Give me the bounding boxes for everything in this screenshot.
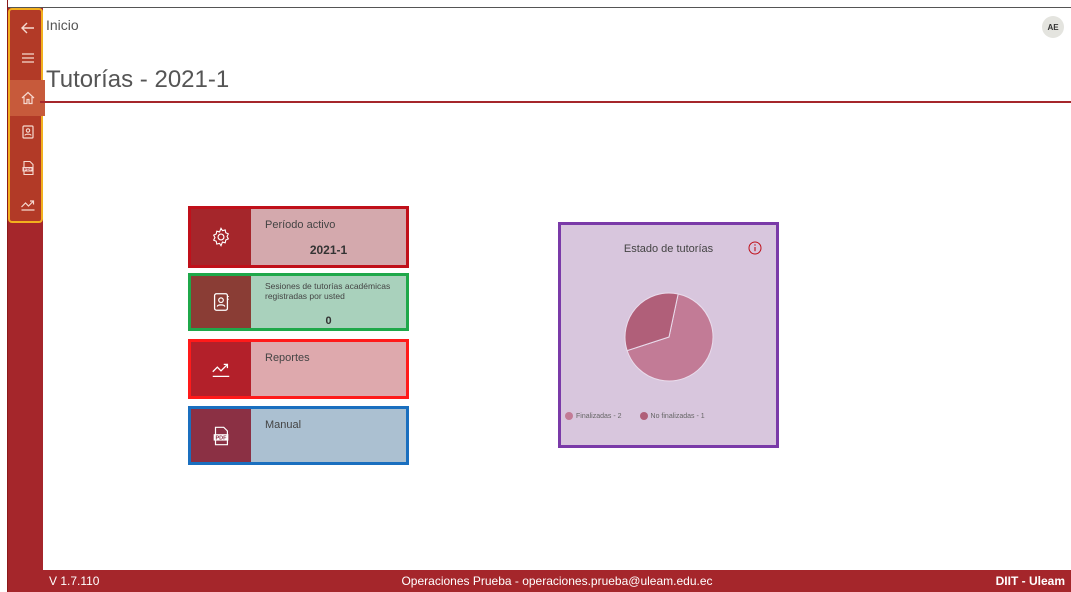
page-title: Tutorías - 2021-1 bbox=[46, 66, 230, 93]
menu-icon[interactable] bbox=[10, 40, 45, 76]
avatar[interactable]: AE bbox=[1042, 16, 1064, 38]
manual-label: Manual bbox=[265, 419, 302, 431]
manual-card[interactable]: PDF Manual bbox=[188, 406, 409, 465]
chart-title: Estado de tutorías bbox=[623, 243, 714, 255]
trend-chart-icon bbox=[191, 342, 251, 396]
pdf-icon: PDF bbox=[191, 409, 251, 462]
top-border bbox=[8, 7, 1071, 8]
pdf-icon[interactable]: PDF bbox=[10, 150, 45, 186]
contact-book-icon[interactable] bbox=[10, 114, 45, 150]
reportes-card[interactable]: Reportes bbox=[188, 339, 409, 399]
sesiones-value: 0 bbox=[325, 315, 332, 327]
legend-label: Finalizadas - 2 bbox=[576, 412, 622, 420]
contact-book-icon bbox=[191, 276, 251, 328]
periodo-value: 2021-1 bbox=[309, 243, 348, 257]
title-divider bbox=[40, 101, 1071, 103]
chart-legend: Finalizadas - 2 No finalizadas - 1 bbox=[565, 412, 705, 420]
legend-item[interactable]: No finalizadas - 1 bbox=[639, 412, 705, 420]
pie-chart bbox=[624, 292, 714, 382]
legend-label: No finalizadas - 1 bbox=[650, 412, 705, 420]
gear-icon bbox=[191, 209, 251, 265]
footer-left bbox=[8, 570, 43, 592]
trend-chart-icon[interactable] bbox=[10, 186, 45, 222]
home-icon[interactable] bbox=[10, 80, 45, 116]
svg-text:PDF: PDF bbox=[216, 435, 228, 441]
legend-swatch bbox=[639, 412, 648, 420]
estado-tutorias-card: Estado de tutorías Finalizadas - 2 No fin… bbox=[558, 222, 779, 448]
periodo-activo-card[interactable]: Período activo 2021-1 bbox=[188, 206, 409, 268]
legend-swatch bbox=[565, 412, 573, 420]
breadcrumb[interactable]: Inicio bbox=[46, 17, 79, 33]
reportes-label: Reportes bbox=[265, 352, 310, 364]
sesiones-card[interactable]: Sesiones de tutorías académicas registra… bbox=[188, 273, 409, 331]
legend-item[interactable]: Finalizadas - 2 bbox=[565, 412, 622, 420]
sidebar-nav: PDF bbox=[8, 8, 45, 223]
footer: V 1.7.110 Operaciones Prueba - operacion… bbox=[43, 570, 1071, 592]
brand-label: DIIT - Uleam bbox=[995, 574, 1065, 588]
user-info: Operaciones Prueba - operaciones.prueba@… bbox=[401, 574, 713, 588]
svg-text:PDF: PDF bbox=[24, 167, 33, 172]
periodo-label: Período activo bbox=[265, 219, 336, 231]
sesiones-label: Sesiones de tutorías académicas registra… bbox=[265, 281, 391, 301]
info-icon[interactable] bbox=[748, 241, 762, 255]
